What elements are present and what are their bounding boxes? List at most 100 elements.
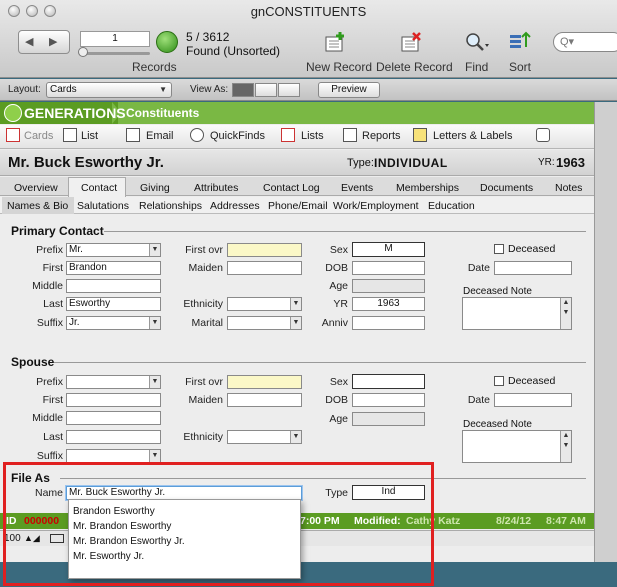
deceased-label: Deceased [508, 243, 556, 255]
chevron-down-icon: ▼ [149, 376, 160, 388]
ethnicity-label: Ethnicity [183, 298, 223, 310]
list-view-button[interactable] [255, 83, 277, 97]
nav-cards[interactable]: Cards [24, 130, 53, 142]
tab-memberships[interactable]: Memberships [396, 182, 459, 194]
record-navigator[interactable]: ◀ ▶ [18, 30, 70, 54]
table-view-button[interactable] [278, 83, 300, 97]
subtab-work-employment[interactable]: Work/Employment [333, 200, 419, 212]
spouse-ethnicity-select[interactable]: ▼ [227, 430, 302, 444]
section-divider [104, 231, 586, 232]
primary-deceased-date-field[interactable] [494, 261, 572, 275]
found-set-pie-icon[interactable] [156, 31, 178, 53]
previous-record-icon[interactable]: ◀ [25, 35, 33, 48]
spouse-deceased-note-field[interactable]: ▲ ▼ [462, 430, 572, 463]
subtab-relationships[interactable]: Relationships [139, 200, 202, 212]
subtab-addresses[interactable]: Addresses [210, 200, 260, 212]
spouse-prefix-select[interactable]: ▼ [66, 375, 161, 389]
tab-documents[interactable]: Documents [480, 182, 533, 194]
next-record-icon[interactable]: ▶ [49, 35, 57, 48]
spouse-last-label: Last [43, 431, 63, 443]
delete-record-button[interactable]: Delete Record [376, 60, 453, 74]
layout-select[interactable]: Cards ▼ [46, 82, 172, 98]
first-label: First [42, 262, 63, 274]
tab-giving[interactable]: Giving [140, 182, 170, 194]
form-view-button[interactable] [232, 83, 254, 97]
last-label: Last [43, 298, 63, 310]
dob-label: DOB [325, 262, 348, 274]
tools-icon[interactable] [536, 128, 550, 142]
quickfinds-icon[interactable] [190, 128, 204, 142]
subtab-education[interactable]: Education [428, 200, 475, 212]
letters-icon[interactable] [413, 128, 427, 142]
subtab-phone-email[interactable]: Phone/Email [268, 200, 328, 212]
chevron-down-icon: ▼ [149, 244, 160, 256]
subtab-names-bio[interactable]: Names & Bio [7, 200, 68, 212]
email-icon[interactable] [126, 128, 140, 142]
chevron-down-icon: ▼ [290, 431, 301, 443]
chevron-down-icon: ▼ [159, 85, 167, 94]
quick-find-search-input[interactable]: Q▾ [553, 32, 617, 52]
tab-attributes[interactable]: Attributes [194, 182, 238, 194]
sort-button[interactable]: Sort [509, 60, 531, 74]
middle-label: Middle [32, 280, 63, 292]
record-number-input[interactable]: 1 [80, 31, 150, 47]
nav-reports[interactable]: Reports [362, 130, 401, 142]
nav-letters-labels[interactable]: Letters & Labels [433, 130, 513, 142]
scroll-arrows-icon[interactable]: ▲ ▼ [560, 431, 571, 462]
primary-deceased-checkbox[interactable] [494, 244, 504, 254]
primary-sex-field[interactable]: M [352, 242, 425, 257]
find-button[interactable]: Find [465, 60, 488, 74]
primary-last-field[interactable]: Esworthy [66, 297, 161, 311]
nav-list[interactable]: List [81, 130, 98, 142]
spouse-dob-field[interactable] [352, 393, 425, 407]
nav-email[interactable]: Email [146, 130, 174, 142]
new-record-icon[interactable] [322, 31, 348, 53]
yr-label: YR: [538, 157, 555, 168]
scroll-arrows-icon[interactable]: ▲ ▼ [560, 298, 571, 329]
primary-deceased-note-field[interactable]: ▲ ▼ [462, 297, 572, 330]
spouse-age-field [352, 412, 425, 426]
primary-anniv-field[interactable] [352, 316, 425, 330]
spouse-suffix-select[interactable]: ▼ [66, 449, 161, 463]
delete-record-icon[interactable] [398, 31, 424, 53]
type-label: Type: [347, 157, 374, 169]
spouse-deceased-date-field[interactable] [494, 393, 572, 407]
tab-overview[interactable]: Overview [14, 182, 58, 194]
suffix-label: Suffix [36, 317, 63, 329]
primary-yr-field[interactable]: 1963 [352, 297, 425, 311]
primary-prefix-select[interactable]: Mr. ▼ [66, 243, 161, 257]
tab-events[interactable]: Events [341, 182, 373, 194]
deceased-note-label: Deceased Note [463, 286, 532, 297]
spouse-sex-field[interactable] [352, 374, 425, 389]
list-icon[interactable] [63, 128, 77, 142]
spouse-deceased-checkbox[interactable] [494, 376, 504, 386]
generations-logo-icon [4, 104, 22, 122]
spouse-last-field[interactable] [66, 430, 161, 444]
cards-icon[interactable] [6, 128, 20, 142]
primary-dob-field[interactable] [352, 261, 425, 275]
primary-suffix-select[interactable]: Jr. ▼ [66, 316, 161, 330]
subtab-salutations[interactable]: Salutations [77, 200, 129, 212]
window-background-strip [594, 102, 617, 562]
spouse-middle-field[interactable] [66, 411, 161, 425]
spouse-first-field[interactable] [66, 393, 161, 407]
breadcrumb-section[interactable]: Constituents [126, 106, 199, 120]
tab-contact[interactable]: Contact [81, 182, 117, 194]
new-record-button[interactable]: New Record [306, 60, 372, 74]
spouse-suffix-label: Suffix [36, 450, 63, 462]
record-slider[interactable] [80, 52, 150, 55]
primary-first-field[interactable]: Brandon [66, 261, 161, 275]
record-slider-knob[interactable] [78, 47, 88, 57]
tab-contact-log[interactable]: Contact Log [263, 182, 320, 194]
chevron-down-icon: ▼ [149, 450, 160, 462]
tab-notes[interactable]: Notes [555, 182, 582, 194]
layout-label: Layout: [8, 84, 41, 95]
find-magnifier-icon[interactable] [463, 31, 489, 53]
preview-button[interactable]: Preview [318, 82, 380, 98]
nav-quickfinds[interactable]: QuickFinds [210, 130, 265, 142]
lists-icon[interactable] [281, 128, 295, 142]
reports-icon[interactable] [343, 128, 357, 142]
sort-icon[interactable] [507, 31, 533, 53]
nav-lists[interactable]: Lists [301, 130, 324, 142]
primary-middle-field[interactable] [66, 279, 161, 293]
